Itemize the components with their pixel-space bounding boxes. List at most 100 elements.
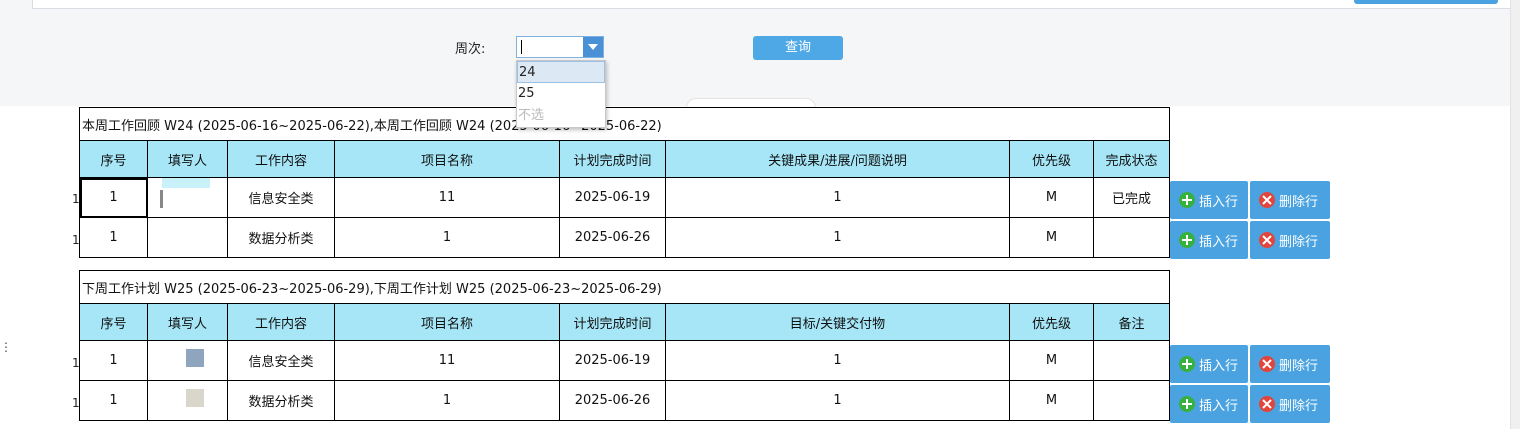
writer-cell[interactable] — [147, 217, 228, 258]
project-cell[interactable]: 11 — [334, 340, 560, 381]
delete-row-label: 删除行 — [1279, 194, 1319, 210]
text-caret — [521, 40, 522, 54]
priority-cell[interactable]: M — [1009, 177, 1094, 218]
column-header-date: 计划完成时间 — [559, 140, 666, 178]
table-row: 1 数据分析类 1 2025-06-26 1 M — [79, 217, 1171, 258]
column-header-writer: 填写人 — [147, 140, 228, 178]
close-icon — [1259, 232, 1275, 248]
content-cell[interactable]: 信息安全类 — [227, 340, 335, 381]
project-cell[interactable]: 11 — [334, 177, 560, 218]
content-cell[interactable]: 信息安全类 — [227, 177, 335, 218]
plus-icon — [1179, 232, 1195, 248]
insert-row-button[interactable]: 插入行 — [1170, 345, 1248, 383]
week-select[interactable] — [516, 36, 604, 58]
project-cell[interactable]: 1 — [334, 217, 560, 258]
column-header-status: 完成状态 — [1092, 140, 1171, 178]
delete-row-label: 删除行 — [1279, 234, 1319, 250]
review-table: 本周工作回顾 W24 (2025-06-16~2025-06-22),本周工作回… — [78, 107, 1171, 258]
week-option-25[interactable]: 25 — [517, 83, 605, 105]
table-row: 1 信息安全类 11 2025-06-19 1 M — [79, 340, 1171, 381]
target-cell[interactable]: 1 — [665, 340, 1010, 381]
priority-cell[interactable]: M — [1009, 217, 1094, 258]
insert-row-button[interactable]: 插入行 — [1170, 181, 1248, 219]
column-header-content: 工作内容 — [227, 140, 335, 178]
insert-row-button[interactable]: 插入行 — [1170, 385, 1248, 423]
date-cell[interactable]: 2025-06-26 — [559, 217, 666, 258]
plus-icon — [1179, 396, 1195, 412]
row-no-cell[interactable]: 1 — [79, 217, 148, 258]
writer-cell[interactable] — [147, 177, 228, 218]
left-edge-handle: ⋮ — [0, 340, 12, 354]
writer-avatar — [186, 389, 204, 407]
result-cell[interactable]: 1 — [665, 177, 1010, 218]
priority-cell[interactable]: M — [1009, 340, 1094, 381]
insert-row-label: 插入行 — [1199, 194, 1239, 210]
week-dropdown-list: 24 25 不选 — [516, 60, 606, 128]
delete-row-button[interactable]: 删除行 — [1250, 221, 1330, 259]
insert-row-label: 插入行 — [1199, 234, 1239, 250]
project-cell[interactable]: 1 — [334, 380, 560, 421]
row-marker: 1 — [72, 396, 80, 410]
result-cell[interactable]: 1 — [665, 217, 1010, 258]
column-header-project: 项目名称 — [334, 303, 560, 341]
row-no-cell[interactable]: 1 — [79, 340, 148, 381]
insert-row-label: 插入行 — [1199, 398, 1239, 414]
column-header-writer: 填写人 — [147, 303, 228, 341]
row-no-cell[interactable]: 1 — [79, 177, 148, 218]
date-cell[interactable]: 2025-06-26 — [559, 380, 666, 421]
chevron-down-icon[interactable] — [583, 37, 603, 57]
priority-cell[interactable]: M — [1009, 380, 1094, 421]
vertical-scrollbar[interactable] — [1510, 0, 1520, 429]
remark-cell[interactable] — [1092, 340, 1171, 381]
plan-title: 下周工作计划 W25 (2025-06-23~2025-06-29),下周工作计… — [78, 270, 1171, 304]
delete-row-label: 删除行 — [1279, 358, 1319, 374]
row-marker: 1 — [72, 356, 80, 370]
content-cell[interactable]: 数据分析类 — [227, 380, 335, 421]
insert-row-label: 插入行 — [1199, 358, 1239, 374]
row-marker: 1 — [72, 233, 80, 247]
insert-row-button[interactable]: 插入行 — [1170, 221, 1248, 259]
delete-row-button[interactable]: 删除行 — [1250, 345, 1330, 383]
close-icon — [1259, 396, 1275, 412]
column-header-remark: 备注 — [1092, 303, 1171, 341]
cell-edit-marker — [160, 190, 163, 208]
close-icon — [1259, 356, 1275, 372]
column-header-date: 计划完成时间 — [559, 303, 666, 341]
delete-row-button[interactable]: 删除行 — [1250, 181, 1330, 219]
writer-avatar — [186, 349, 204, 367]
delete-row-button[interactable]: 删除行 — [1250, 385, 1330, 423]
date-cell[interactable]: 2025-06-19 — [559, 340, 666, 381]
row-no-cell[interactable]: 1 — [79, 380, 148, 421]
column-header-result: 关键成果/进展/问题说明 — [665, 140, 1010, 178]
column-header-priority: 优先级 — [1009, 140, 1094, 178]
plan-table: 下周工作计划 W25 (2025-06-23~2025-06-29),下周工作计… — [78, 270, 1171, 421]
table-row: 1 信息安全类 11 2025-06-19 1 M 已完成 — [79, 177, 1171, 218]
week-option-24[interactable]: 24 — [517, 61, 605, 83]
week-option-none[interactable]: 不选 — [517, 105, 605, 127]
column-header-no: 序号 — [79, 140, 148, 178]
close-icon — [1259, 192, 1275, 208]
writer-cell[interactable] — [147, 340, 228, 381]
status-cell[interactable] — [1092, 217, 1171, 258]
writer-cell[interactable] — [147, 380, 228, 421]
column-header-priority: 优先级 — [1009, 303, 1094, 341]
column-header-content: 工作内容 — [227, 303, 335, 341]
table-row: 1 数据分析类 1 2025-06-26 1 M — [79, 380, 1171, 421]
row-marker: 1 — [72, 192, 80, 206]
query-button[interactable]: 查询 — [753, 36, 843, 60]
plus-icon — [1179, 356, 1195, 372]
top-toolbar-edge — [32, 0, 1511, 9]
week-label: 周次: — [455, 42, 486, 57]
date-cell[interactable]: 2025-06-19 — [559, 177, 666, 218]
plus-icon — [1179, 192, 1195, 208]
remark-cell[interactable] — [1092, 380, 1171, 421]
review-title: 本周工作回顾 W24 (2025-06-16~2025-06-22),本周工作回… — [78, 107, 1171, 141]
status-cell[interactable]: 已完成 — [1092, 177, 1171, 218]
column-header-project: 项目名称 — [334, 140, 560, 178]
delete-row-label: 删除行 — [1279, 398, 1319, 414]
writer-avatar — [162, 178, 210, 188]
content-cell[interactable]: 数据分析类 — [227, 217, 335, 258]
target-cell[interactable]: 1 — [665, 380, 1010, 421]
top-button-edge[interactable] — [1354, 0, 1498, 4]
column-header-target: 目标/关键交付物 — [665, 303, 1010, 341]
